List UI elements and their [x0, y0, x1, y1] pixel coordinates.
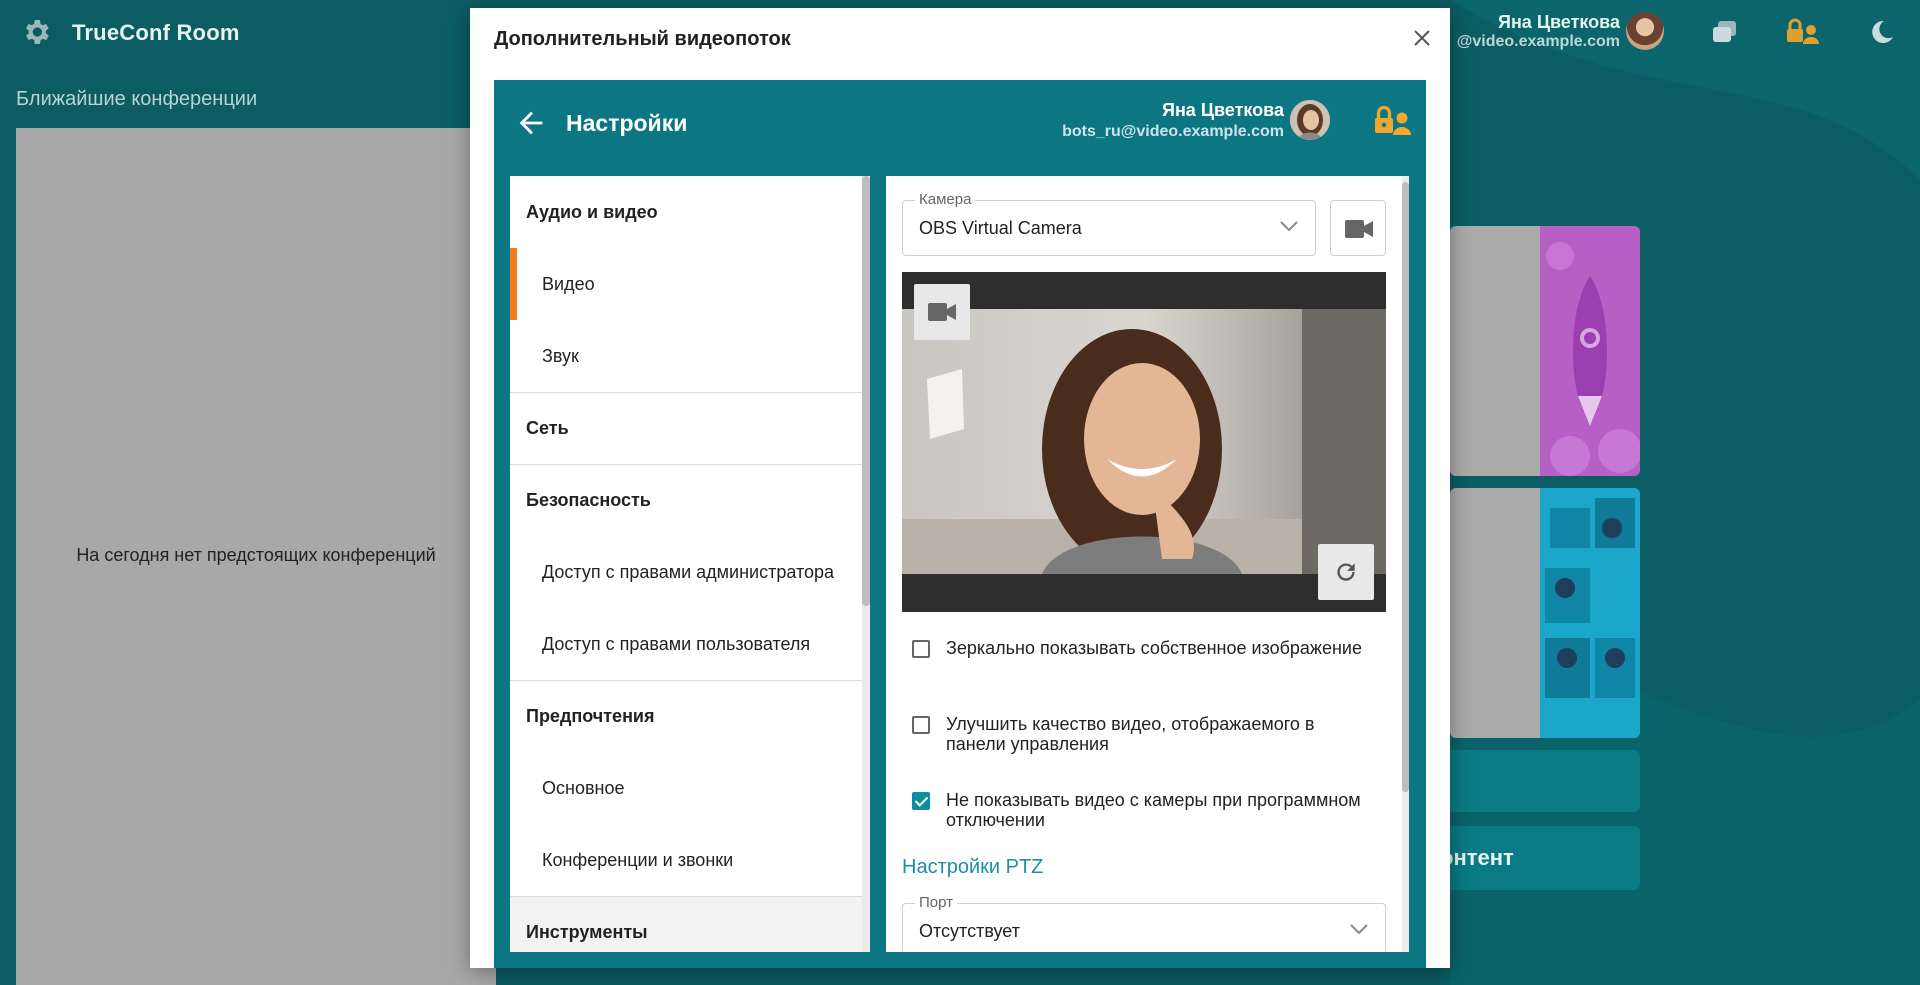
- ptz-settings-link[interactable]: Настройки PTZ: [902, 856, 1043, 879]
- top-avatar[interactable]: [1626, 12, 1664, 50]
- windows-icon[interactable]: [1710, 18, 1740, 46]
- port-label: Порт: [915, 894, 958, 911]
- panel-scrollbar[interactable]: [1402, 176, 1409, 952]
- content-button[interactable]: онтент: [1440, 826, 1640, 890]
- port-select[interactable]: Порт Отсутствует: [902, 894, 1386, 952]
- gear-icon[interactable]: [20, 16, 52, 48]
- video-settings-panel: Камера OBS Virtual Camera Зеркально пока…: [886, 176, 1409, 952]
- video-camera-icon: [1345, 220, 1373, 238]
- settings-user-info: Яна Цветкова bots_ru@video.example.com: [1062, 100, 1284, 141]
- settings-menu: Аудио и видео Видео Звук Сеть Безопаснос…: [510, 176, 864, 952]
- menu-user-access[interactable]: Доступ с правами пользователя: [510, 608, 864, 680]
- top-user-name: Яна Цветкова: [1498, 12, 1620, 32]
- panel-scrollbar-thumb[interactable]: [1402, 182, 1409, 792]
- chevron-down-icon: [1350, 924, 1368, 935]
- menu-security[interactable]: Безопасность: [510, 464, 864, 536]
- menu-admin-access-label: Доступ с правами администратора: [542, 561, 835, 582]
- menu-video-label: Видео: [542, 273, 595, 294]
- improve-quality-checkbox[interactable]: [912, 716, 930, 734]
- menu-sound[interactable]: Звук: [510, 320, 864, 392]
- top-user-info: Яна Цветкова @video.example.com: [1457, 12, 1620, 51]
- menu-admin-access[interactable]: Доступ с правами администратора: [510, 536, 864, 608]
- menu-general[interactable]: Основное: [510, 752, 864, 824]
- chevron-down-icon: [1280, 221, 1298, 232]
- menu-security-label: Безопасность: [526, 490, 651, 510]
- menu-tools-label: Инструменты: [526, 922, 648, 942]
- settings-user-email: bots_ru@video.example.com: [1062, 123, 1284, 140]
- rocket-illustration: [1540, 226, 1640, 476]
- camera-preview-image: [902, 309, 1386, 574]
- settings-avatar[interactable]: [1290, 100, 1330, 140]
- port-value: Отсутствует: [919, 921, 1020, 941]
- refresh-button[interactable]: [1318, 544, 1374, 600]
- upcoming-section-title: Ближайшие конференции: [16, 88, 258, 110]
- no-conferences-text: На сегодня нет предстоящих конференций: [76, 545, 436, 565]
- settings-user-name: Яна Цветкова: [1162, 100, 1284, 120]
- puzzle-illustration: [1540, 488, 1640, 738]
- camera-value: OBS Virtual Camera: [919, 218, 1082, 238]
- improve-quality-label: Улучшить качество видео, отображаемого в…: [946, 714, 1315, 754]
- menu-audio-video[interactable]: Аудио и видео: [510, 176, 864, 248]
- menu-sound-label: Звук: [542, 345, 579, 366]
- menu-preferences-label: Предпочтения: [526, 706, 655, 726]
- mirror-option[interactable]: Зеркально показывать собственное изображ…: [912, 638, 1366, 658]
- menu-tools[interactable]: Инструменты: [510, 896, 864, 952]
- back-arrow-icon[interactable]: [514, 106, 548, 140]
- tile-puzzle[interactable]: [1450, 488, 1640, 738]
- menu-scrollbar-thumb[interactable]: [862, 176, 870, 606]
- lock-user-icon[interactable]: [1372, 104, 1412, 138]
- video-camera-icon: [928, 303, 956, 321]
- preview-camera-button[interactable]: [914, 284, 970, 340]
- mirror-checkbox[interactable]: [912, 640, 930, 658]
- hide-video-label: Не показывать видео с камеры при програм…: [946, 790, 1361, 830]
- menu-preferences[interactable]: Предпочтения: [510, 680, 864, 752]
- camera-select[interactable]: Камера OBS Virtual Camera: [902, 191, 1316, 256]
- tile-rocket[interactable]: [1450, 226, 1640, 476]
- app-title: TrueConf Room: [72, 20, 240, 45]
- top-user-email: @video.example.com: [1456, 33, 1620, 50]
- mirror-label: Зеркально показывать собственное изображ…: [946, 638, 1362, 658]
- menu-audio-video-label: Аудио и видео: [526, 201, 658, 222]
- camera-toggle-button[interactable]: [1330, 200, 1386, 256]
- moon-icon[interactable]: [1866, 18, 1896, 46]
- lock-user-icon[interactable]: [1784, 18, 1820, 46]
- menu-scrollbar[interactable]: [862, 176, 870, 952]
- hide-video-checkbox[interactable]: [912, 792, 930, 810]
- tile-button-1[interactable]: [1440, 750, 1640, 812]
- improve-quality-option[interactable]: Улучшить качество видео, отображаемого в…: [912, 714, 1366, 754]
- menu-user-access-label: Доступ с правами пользователя: [542, 633, 811, 654]
- hide-video-option[interactable]: Не показывать видео с камеры при програм…: [912, 790, 1366, 830]
- menu-network-label: Сеть: [526, 418, 569, 438]
- camera-label: Камера: [915, 191, 976, 208]
- dialog-title: Дополнительный видеопоток: [494, 28, 791, 50]
- menu-conferences-calls[interactable]: Конференции и звонки: [510, 824, 864, 896]
- camera-preview: [902, 272, 1386, 612]
- menu-general-label: Основное: [542, 777, 625, 798]
- menu-network[interactable]: Сеть: [510, 392, 864, 464]
- close-icon[interactable]: [1408, 24, 1436, 52]
- settings-header: Настройки Яна Цветкова bots_ru@video.exa…: [494, 80, 1426, 176]
- menu-video[interactable]: Видео: [510, 248, 864, 320]
- refresh-icon: [1337, 563, 1355, 581]
- settings-title: Настройки: [566, 110, 688, 136]
- content-button-label: онтент: [1440, 845, 1514, 870]
- menu-conferences-calls-label: Конференции и звонки: [542, 849, 734, 870]
